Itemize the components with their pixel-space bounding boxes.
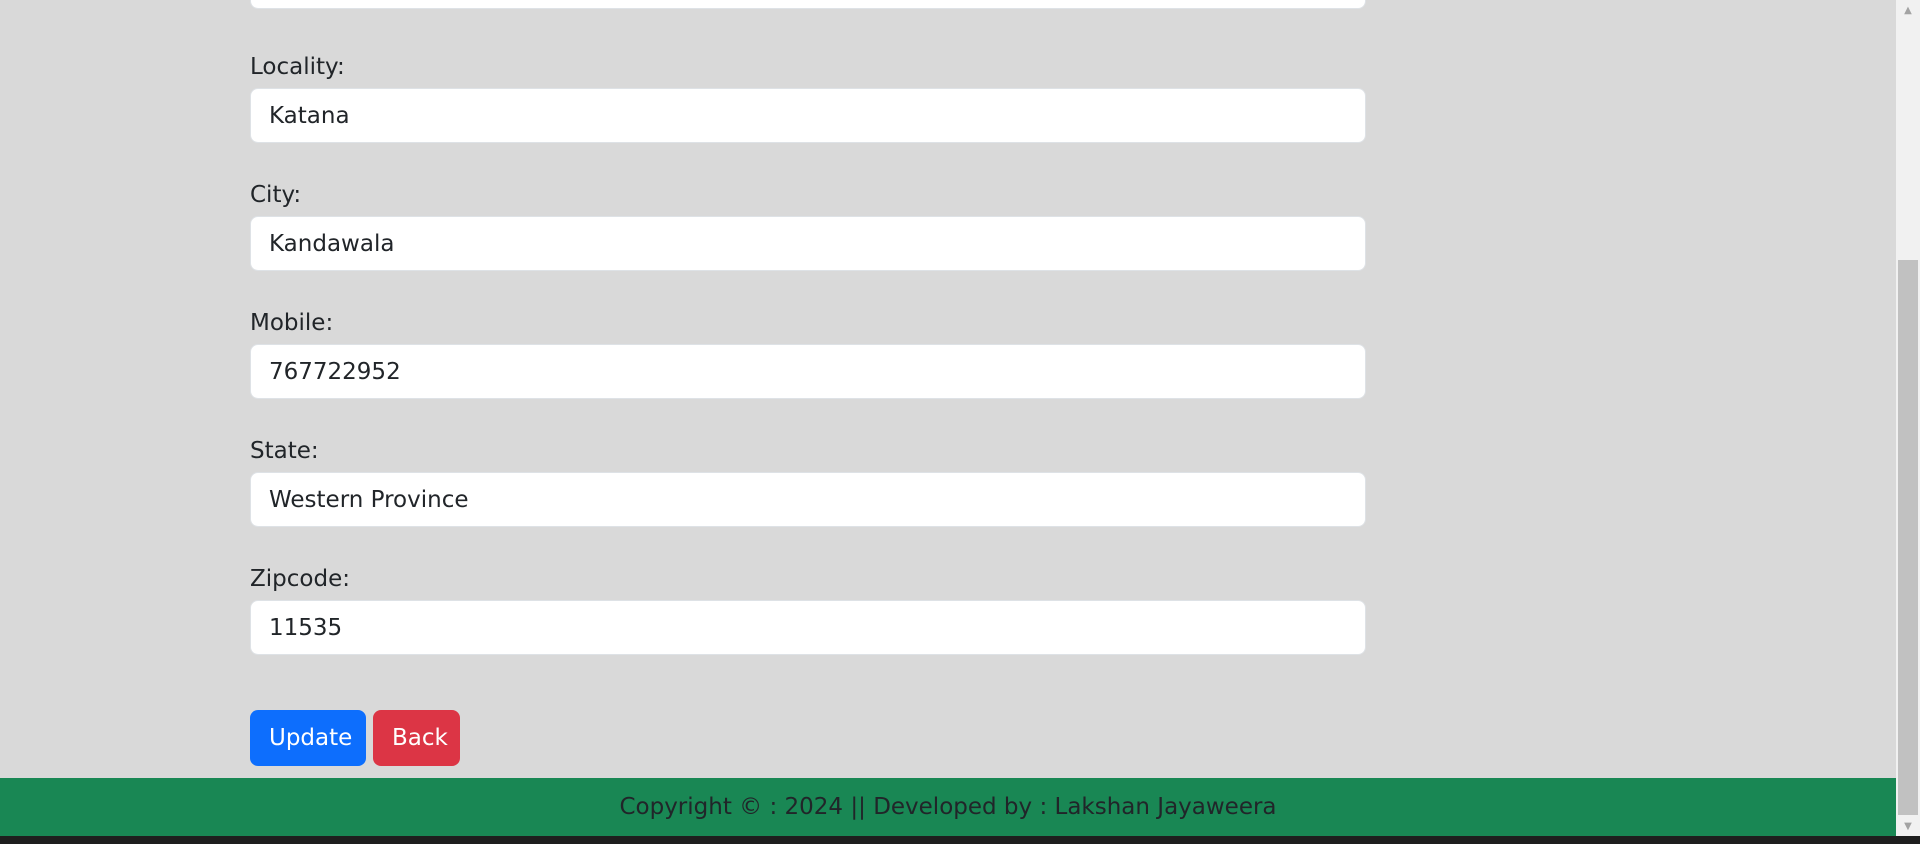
page: Locality: City: Mobile: State: Zipcode:	[0, 0, 1920, 844]
zipcode-input[interactable]	[250, 600, 1366, 655]
update-button[interactable]: Update	[250, 710, 366, 766]
zipcode-group: Zipcode:	[250, 564, 1366, 655]
scrollbar-thumb[interactable]	[1898, 260, 1918, 815]
scroll-up-icon[interactable]: ▲	[1896, 0, 1920, 20]
locality-label: Locality:	[250, 54, 345, 80]
scroll-down-icon[interactable]: ▼	[1896, 816, 1920, 836]
locality-input[interactable]	[250, 88, 1366, 143]
locality-group: Locality:	[250, 52, 1366, 143]
city-label: City:	[250, 182, 302, 208]
previous-field-input-partial[interactable]	[250, 0, 1366, 9]
mobile-input[interactable]	[250, 344, 1366, 399]
taskbar-edge	[0, 836, 1920, 844]
footer-text: Copyright © : 2024 || Developed by : Lak…	[619, 794, 1277, 820]
mobile-group: Mobile:	[250, 308, 1366, 399]
city-input[interactable]	[250, 216, 1366, 271]
vertical-scrollbar[interactable]: ▲ ▼	[1896, 0, 1920, 836]
zipcode-label: Zipcode:	[250, 566, 350, 592]
back-button[interactable]: Back	[373, 710, 460, 766]
state-input[interactable]	[250, 472, 1366, 527]
form-actions: Update Back	[250, 710, 460, 766]
footer: Copyright © : 2024 || Developed by : Lak…	[0, 778, 1896, 836]
city-group: City:	[250, 180, 1366, 271]
main-content: Locality: City: Mobile: State: Zipcode:	[0, 0, 1896, 778]
state-label: State:	[250, 438, 319, 464]
state-group: State:	[250, 436, 1366, 527]
mobile-label: Mobile:	[250, 310, 334, 336]
